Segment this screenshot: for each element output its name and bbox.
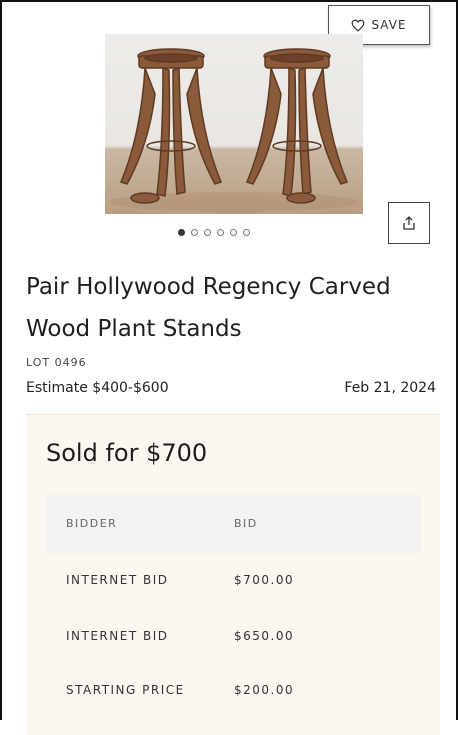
plant-stands-image	[109, 48, 359, 212]
share-icon	[403, 216, 415, 230]
gallery-dot[interactable]	[243, 229, 250, 236]
gallery-dot[interactable]	[230, 229, 237, 236]
sold-panel: Sold for $700 BIDDER BID INTERNET BID $7…	[26, 414, 440, 735]
bid-column-header: BID	[234, 517, 258, 530]
bid-cell: $650.00	[234, 629, 295, 643]
right-stand	[245, 48, 349, 204]
sale-date: Feb 21, 2024	[344, 380, 436, 396]
gallery-dot[interactable]	[178, 229, 185, 236]
gallery-dot[interactable]	[204, 229, 211, 236]
table-row: INTERNET BID $700.00	[46, 553, 421, 609]
bidder-column-header: BIDDER	[66, 517, 118, 530]
save-label: SAVE	[371, 18, 407, 32]
bid-cell: $200.00	[234, 683, 295, 697]
bid-cell: $700.00	[234, 573, 295, 587]
heart-icon	[352, 19, 365, 32]
gallery-dot[interactable]	[191, 229, 198, 236]
bidder-cell: STARTING PRICE	[66, 683, 185, 697]
lot-photo[interactable]	[105, 34, 363, 214]
table-row: INTERNET BID $650.00	[46, 609, 421, 665]
left-stand	[119, 48, 223, 204]
bidder-cell: INTERNET BID	[66, 629, 169, 643]
lot-number: LOT 0496	[26, 356, 87, 369]
gallery-dot[interactable]	[217, 229, 224, 236]
sold-price: Sold for $700	[46, 439, 208, 467]
gallery-pagination	[178, 229, 250, 236]
table-row: STARTING PRICE $200.00	[46, 663, 421, 719]
bids-table-header: BIDDER BID	[46, 495, 421, 553]
share-button[interactable]	[388, 202, 430, 244]
estimate: Estimate $400-$600	[26, 380, 169, 396]
bidder-cell: INTERNET BID	[66, 573, 169, 587]
lot-title: Pair Hollywood Regency Carved Wood Plant…	[26, 274, 391, 342]
